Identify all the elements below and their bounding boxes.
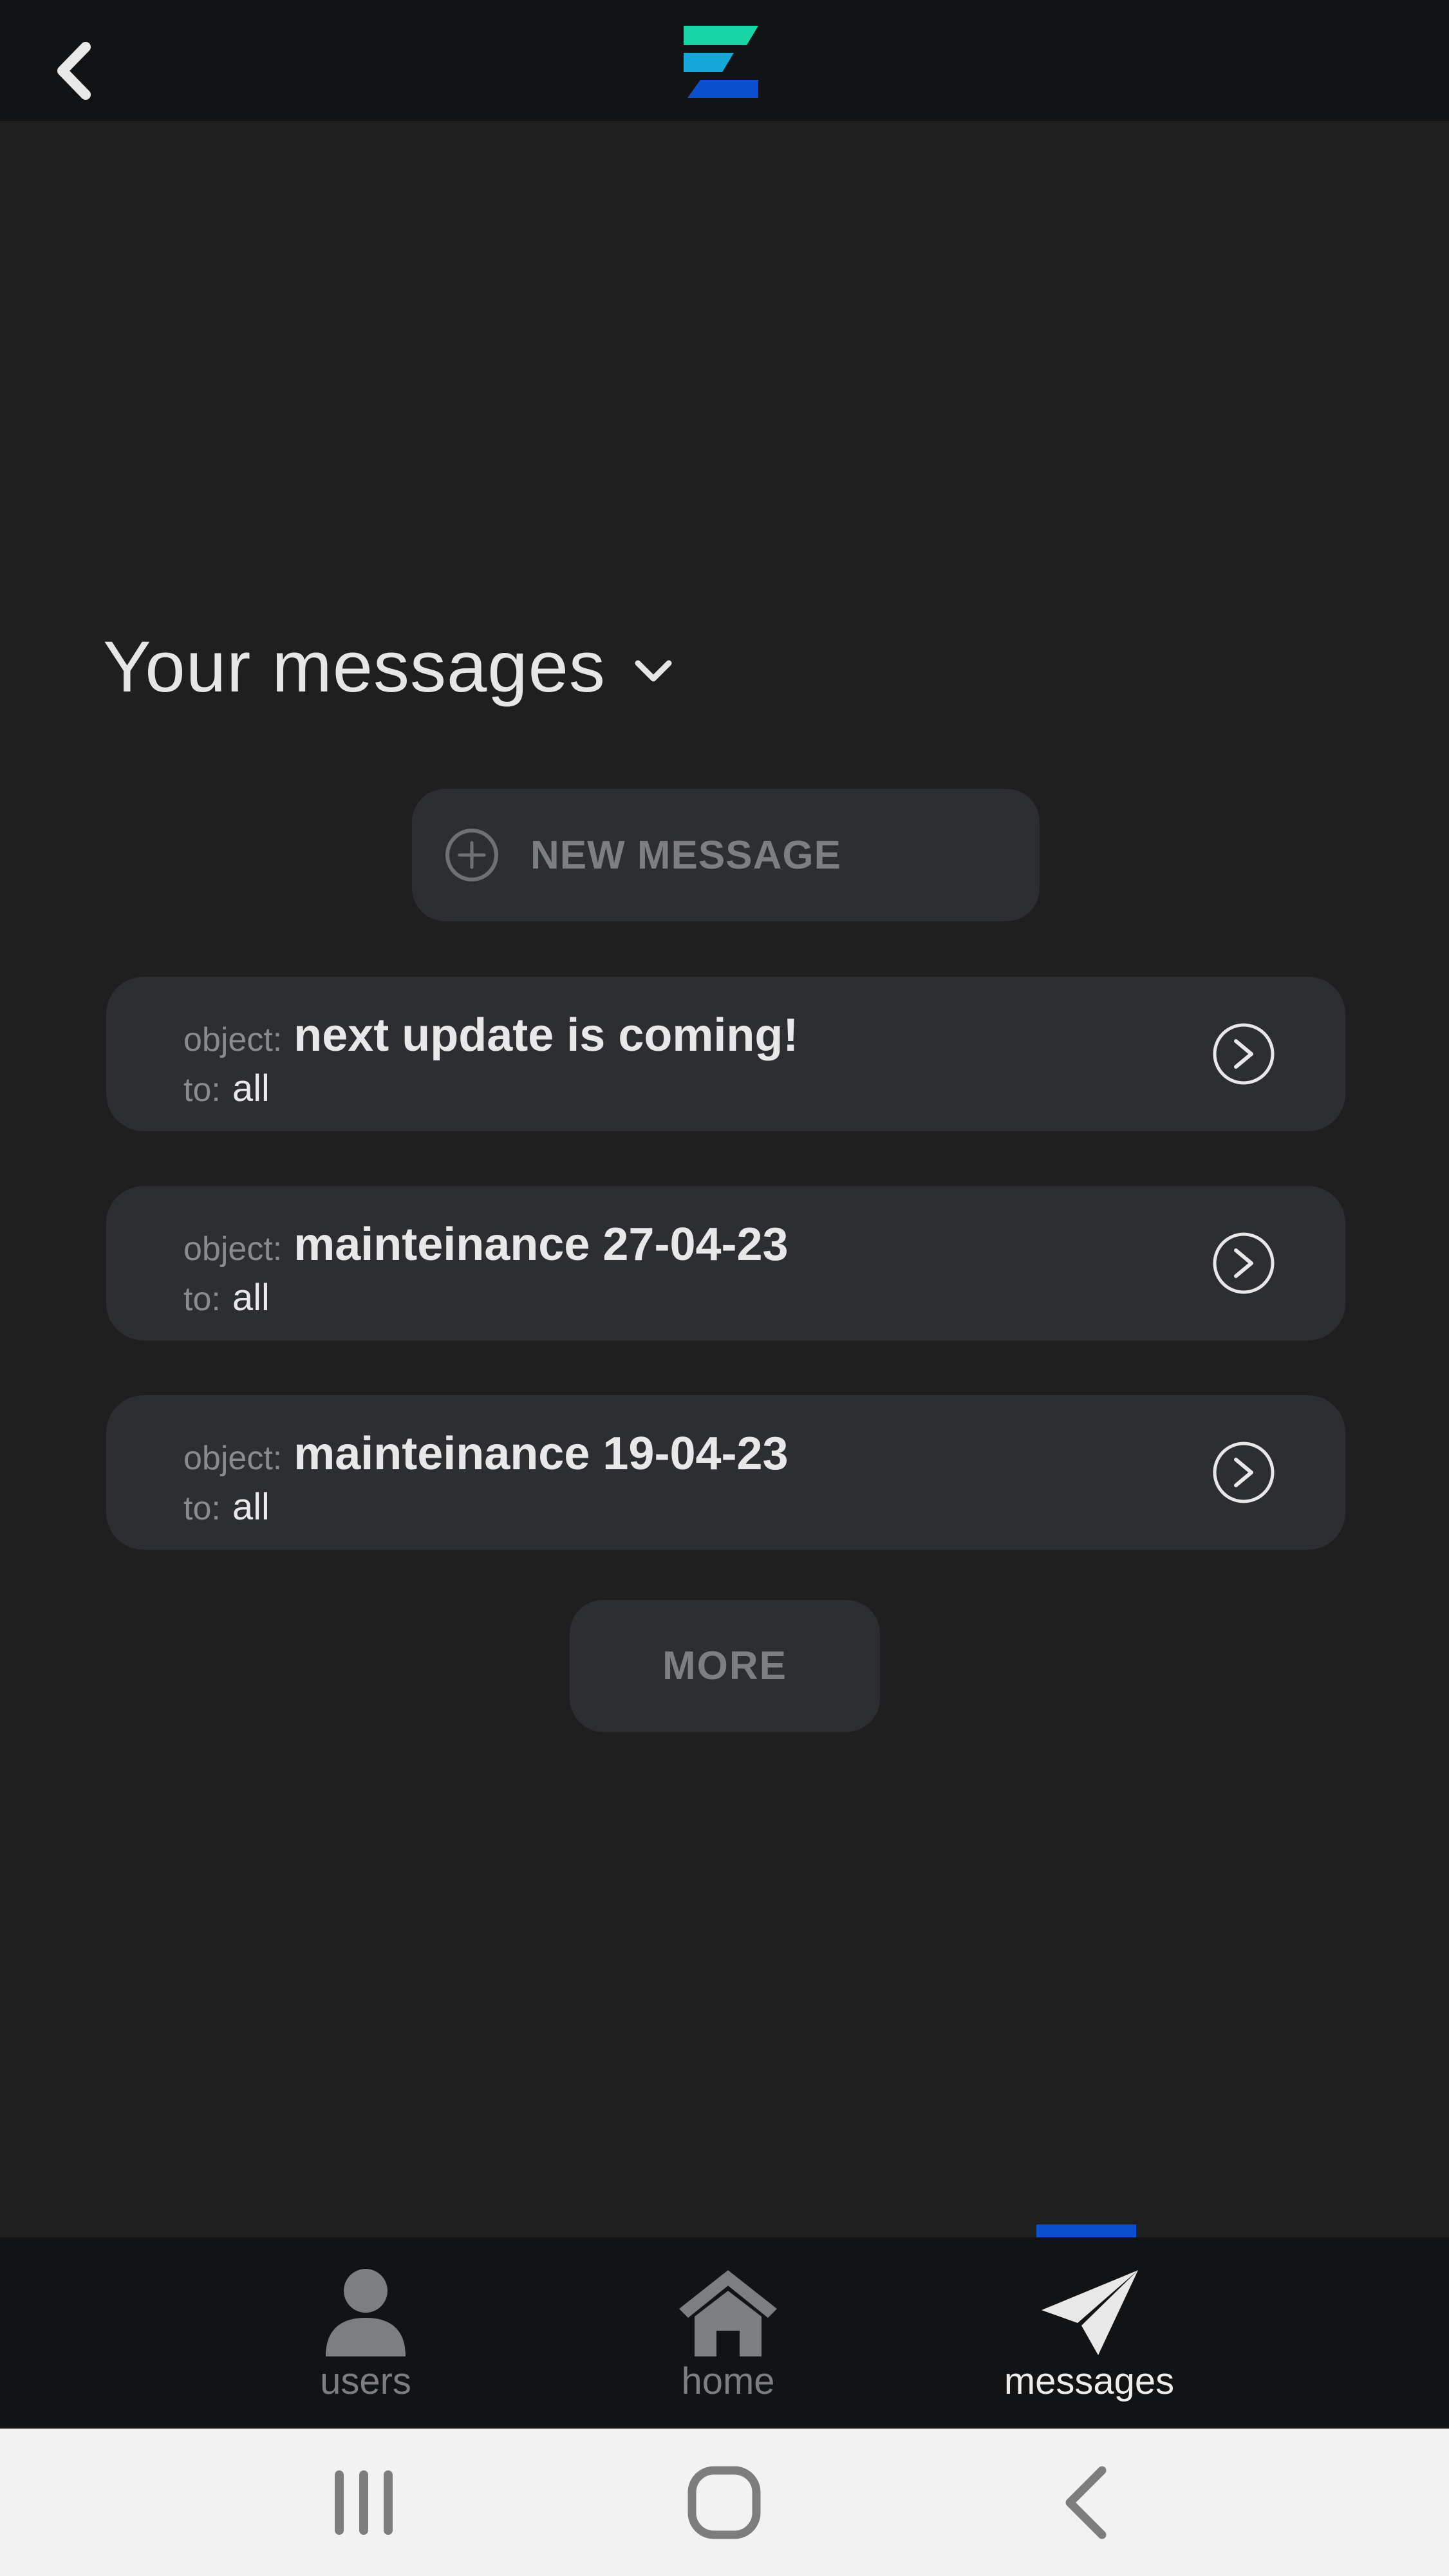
tab-messages-label: messages [1004, 2360, 1175, 2402]
message-card[interactable]: object: next update is coming! to: all [106, 977, 1345, 1131]
tab-home[interactable]: home [612, 2237, 844, 2429]
tab-messages[interactable]: messages [973, 2237, 1205, 2429]
plus-circle-icon [445, 829, 498, 881]
arrow-right-circle-icon[interactable] [1211, 1440, 1276, 1505]
messages-screen: Your messages NEW MESSAGE object: next u… [0, 0, 1449, 2576]
send-icon [1042, 2270, 1138, 2355]
new-message-button[interactable]: NEW MESSAGE [412, 789, 1040, 921]
arrow-right-circle-icon[interactable] [1211, 1022, 1276, 1086]
top-bar [0, 0, 1449, 121]
object-label: object: [183, 1230, 283, 1268]
message-recipient: all [232, 1486, 270, 1528]
message-subject: next update is coming! [294, 1010, 799, 1061]
tab-users[interactable]: users [250, 2237, 481, 2429]
active-tab-indicator [1036, 2224, 1136, 2237]
back-button[interactable] [45, 39, 103, 103]
home-circle-icon[interactable] [679, 2461, 769, 2544]
home-icon [679, 2270, 777, 2356]
more-label: MORE [662, 1644, 787, 1688]
app-logo [684, 26, 758, 98]
message-subject: mainteinance 19-04-23 [294, 1428, 789, 1480]
arrow-right-circle-icon[interactable] [1211, 1231, 1276, 1295]
system-navigation-bar [0, 2429, 1449, 2576]
back-arrow-icon[interactable] [1043, 2461, 1133, 2544]
recent-apps-icon[interactable] [319, 2461, 409, 2544]
message-recipient: all [232, 1277, 270, 1319]
to-label: to: [183, 1490, 221, 1527]
message-card[interactable]: object: mainteinance 19-04-23 to: all [106, 1395, 1345, 1550]
object-label: object: [183, 1440, 283, 1477]
tab-users-label: users [320, 2360, 411, 2402]
more-button[interactable]: MORE [570, 1600, 880, 1732]
message-subject: mainteinance 27-04-23 [294, 1219, 789, 1270]
chevron-left-icon [57, 42, 91, 100]
messages-filter-dropdown[interactable]: Your messages [103, 618, 673, 715]
to-label: to: [183, 1281, 221, 1318]
message-card[interactable]: object: mainteinance 27-04-23 to: all [106, 1186, 1345, 1340]
message-recipient: all [232, 1067, 270, 1109]
user-icon [326, 2269, 406, 2356]
tab-home-label: home [681, 2360, 775, 2402]
page-title: Your messages [103, 626, 606, 707]
new-message-label: NEW MESSAGE [530, 832, 841, 878]
chevron-down-icon [635, 660, 672, 682]
bottom-tab-bar: users home messages [0, 2237, 1449, 2429]
object-label: object: [183, 1021, 283, 1058]
to-label: to: [183, 1071, 221, 1109]
